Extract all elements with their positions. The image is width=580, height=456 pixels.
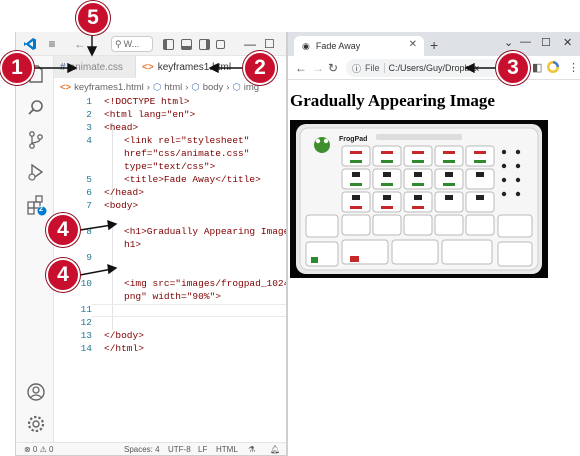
callout-badge-4: 4 [46, 258, 80, 292]
callout-badge-4: 4 [46, 213, 80, 247]
callout-badge-1: 1 [0, 51, 34, 85]
callout-arrowhead-2 [208, 62, 219, 74]
callout-arrowhead-5 [86, 46, 98, 57]
callout-arrowhead-3 [464, 62, 475, 74]
callout-badge-2: 2 [243, 51, 277, 85]
callout-arrow-4a [79, 224, 113, 231]
callout-arrowhead-4b [107, 263, 118, 275]
callout-arrow-4b [79, 268, 113, 276]
callout-arrowhead-1 [67, 62, 78, 74]
callout-arrowhead-4a [107, 219, 118, 231]
callout-badge-3: 3 [496, 51, 530, 85]
callout-badge-5: 5 [76, 1, 110, 35]
callout-arrows [34, 32, 499, 276]
